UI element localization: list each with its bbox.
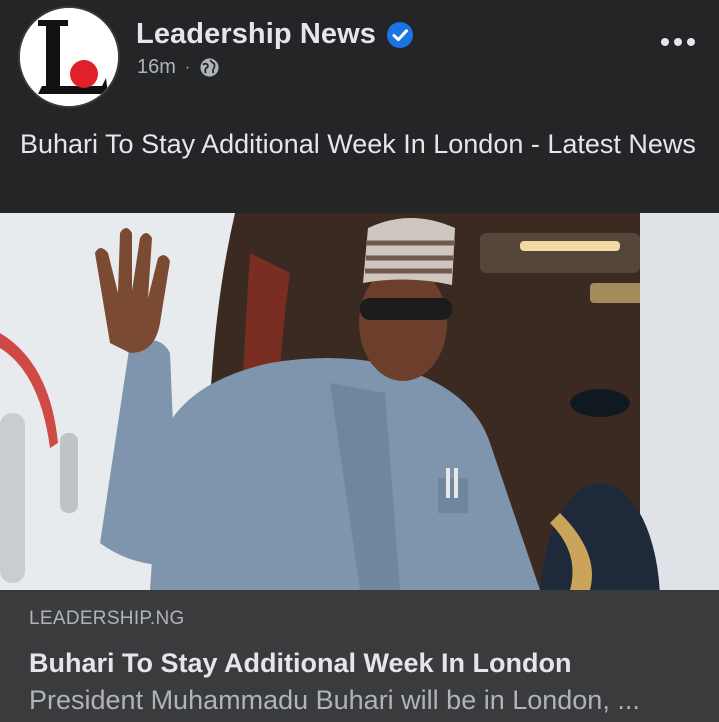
post-photo[interactable]	[0, 213, 719, 590]
link-title[interactable]: Buhari To Stay Additional Week In London	[29, 648, 572, 679]
more-options-button[interactable]	[661, 38, 695, 46]
author-row: Leadership News	[136, 18, 414, 51]
post-meta: 16m ·	[137, 56, 220, 79]
more-dot	[674, 38, 682, 46]
verified-badge-icon	[387, 21, 414, 48]
link-domain: LEADERSHIP.NG	[29, 608, 185, 629]
post-text: Buhari To Stay Additional Week In London…	[20, 129, 696, 159]
link-preview-card[interactable]: LEADERSHIP.NG Buhari To Stay Additional …	[0, 590, 719, 722]
link-description: President Muhammadu Buhari will be in Lo…	[29, 685, 640, 715]
page-avatar[interactable]	[18, 6, 120, 108]
globe-icon[interactable]	[199, 57, 220, 78]
post-timestamp[interactable]: 16m	[137, 56, 176, 79]
page-name[interactable]: Leadership News	[136, 18, 376, 51]
post-header: Leadership News 16m ·	[0, 0, 719, 120]
more-dot	[661, 38, 669, 46]
more-dot	[687, 38, 695, 46]
leadership-logo-icon	[20, 8, 118, 106]
news-photo-image	[0, 213, 719, 590]
meta-separator: ·	[184, 58, 191, 76]
